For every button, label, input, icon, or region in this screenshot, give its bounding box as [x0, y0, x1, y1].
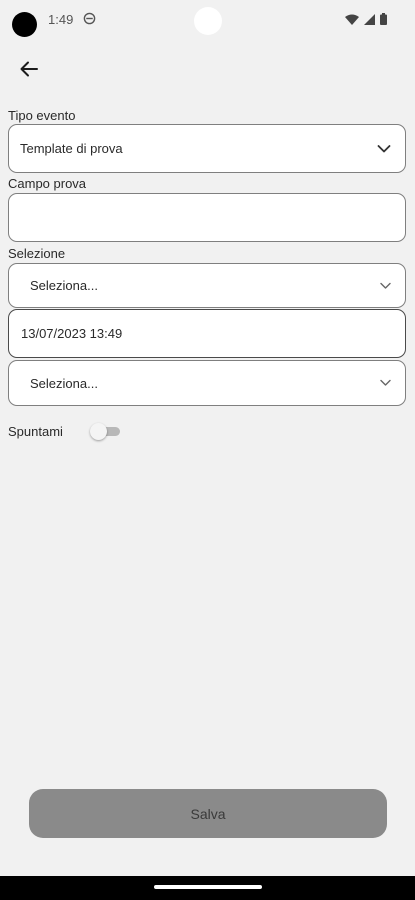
switch-thumb: [90, 423, 107, 440]
chevron-down-icon: [380, 282, 391, 289]
system-icons: [345, 13, 387, 25]
event-type-dropdown[interactable]: Template di prova: [8, 124, 406, 173]
selection-1-value: Seleziona...: [30, 278, 98, 293]
save-button[interactable]: Salva: [29, 789, 387, 838]
front-camera: [12, 12, 37, 37]
spuntami-switch[interactable]: [90, 423, 122, 440]
battery-icon: [380, 13, 387, 25]
status-time: 1:49: [48, 12, 74, 27]
datetime-field[interactable]: 13/07/2023 13:49: [8, 309, 406, 358]
wifi-icon: [345, 14, 359, 25]
test-field-label: Campo prova: [8, 176, 87, 191]
event-type-value: Template di prova: [20, 141, 123, 156]
arrow-back-icon: [20, 61, 38, 77]
status-bar: 1:49: [0, 0, 415, 44]
selection-2-value: Seleziona...: [30, 375, 98, 391]
toggle-label: Spuntami: [8, 424, 63, 439]
test-field-input[interactable]: [8, 193, 406, 242]
home-indicator[interactable]: [154, 885, 262, 889]
selection-dropdown-1[interactable]: Seleziona...: [8, 263, 406, 308]
selection-dropdown-2[interactable]: Seleziona...: [8, 360, 406, 406]
event-type-label: Tipo evento: [8, 108, 76, 123]
selection-label: Selezione: [8, 246, 66, 261]
chevron-down-icon: [380, 379, 391, 386]
datetime-value: 13/07/2023 13:49: [21, 326, 123, 341]
back-button[interactable]: [14, 55, 44, 83]
dnd-icon: [83, 12, 96, 25]
chevron-down-icon: [377, 144, 391, 152]
cellular-signal-icon: [364, 13, 375, 25]
camera-cutout: [194, 7, 222, 35]
navigation-bar: [0, 876, 415, 900]
